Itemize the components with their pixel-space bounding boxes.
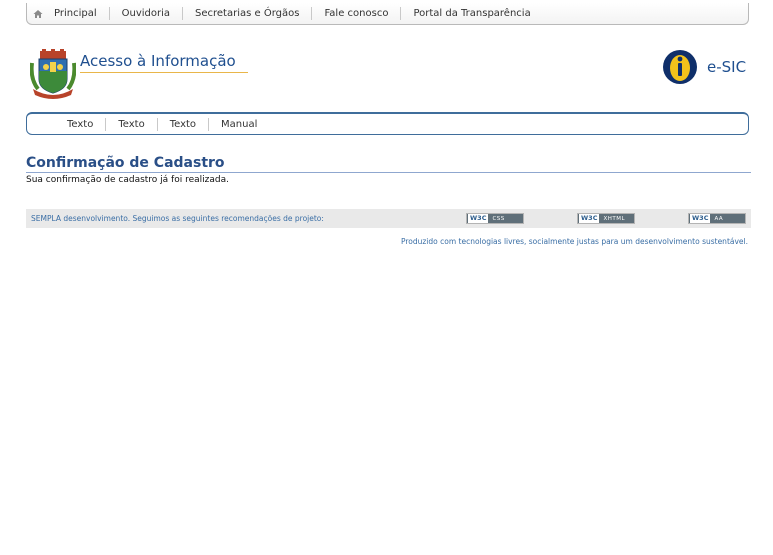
top-nav-item-portal-transparencia[interactable]: Portal da Transparência — [400, 7, 542, 20]
title-divider — [26, 172, 751, 173]
top-nav-item-fale-conosco[interactable]: Fale conosco — [311, 7, 400, 20]
sub-nav-item-texto-3[interactable]: Texto — [156, 117, 208, 131]
top-nav-label: Principal — [54, 8, 97, 19]
w3c-logo: W3C — [579, 214, 600, 223]
sub-nav-item-texto-2[interactable]: Texto — [105, 117, 156, 131]
w3c-aa-badge[interactable]: W3C AA — [688, 213, 746, 224]
page-title: Confirmação de Cadastro — [26, 155, 225, 171]
footer-tagline: Produzido com tecnologias livres, social… — [400, 237, 748, 246]
w3c-logo: W3C — [690, 214, 711, 223]
sub-nav-item-manual[interactable]: Manual — [208, 117, 269, 131]
coat-of-arms-logo[interactable] — [30, 49, 76, 99]
esic-label[interactable]: e-SIC — [707, 58, 746, 76]
w3c-logo: W3C — [468, 214, 489, 223]
sub-nav-item-texto-1[interactable]: Texto — [55, 118, 105, 131]
info-icon[interactable] — [662, 49, 698, 85]
badge-label: CSS — [492, 215, 505, 222]
badge-label: AA — [714, 215, 724, 222]
w3c-xhtml-badge[interactable]: W3C XHTML — [577, 213, 635, 224]
footer-text: SEMPLA desenvolvimento. Seguimos as segu… — [31, 214, 324, 223]
top-nav-item-secretarias[interactable]: Secretarias e Órgãos — [182, 7, 311, 20]
top-nav-item-ouvidoria[interactable]: Ouvidoria — [108, 7, 182, 20]
home-icon — [33, 9, 43, 18]
site-title[interactable]: Acesso à Informação — [80, 52, 248, 73]
w3c-css-badge[interactable]: W3C CSS — [466, 213, 524, 224]
badge-label: XHTML — [603, 215, 626, 222]
confirmation-message: Sua confirmação de cadastro já foi reali… — [26, 175, 229, 185]
footer-bar: SEMPLA desenvolvimento. Seguimos as segu… — [26, 209, 751, 228]
top-nav-item-principal[interactable]: Principal — [27, 7, 109, 20]
top-navigation: Principal Ouvidoria Secretarias e Órgãos… — [26, 3, 749, 25]
sub-navigation: Texto Texto Texto Manual — [26, 112, 749, 135]
